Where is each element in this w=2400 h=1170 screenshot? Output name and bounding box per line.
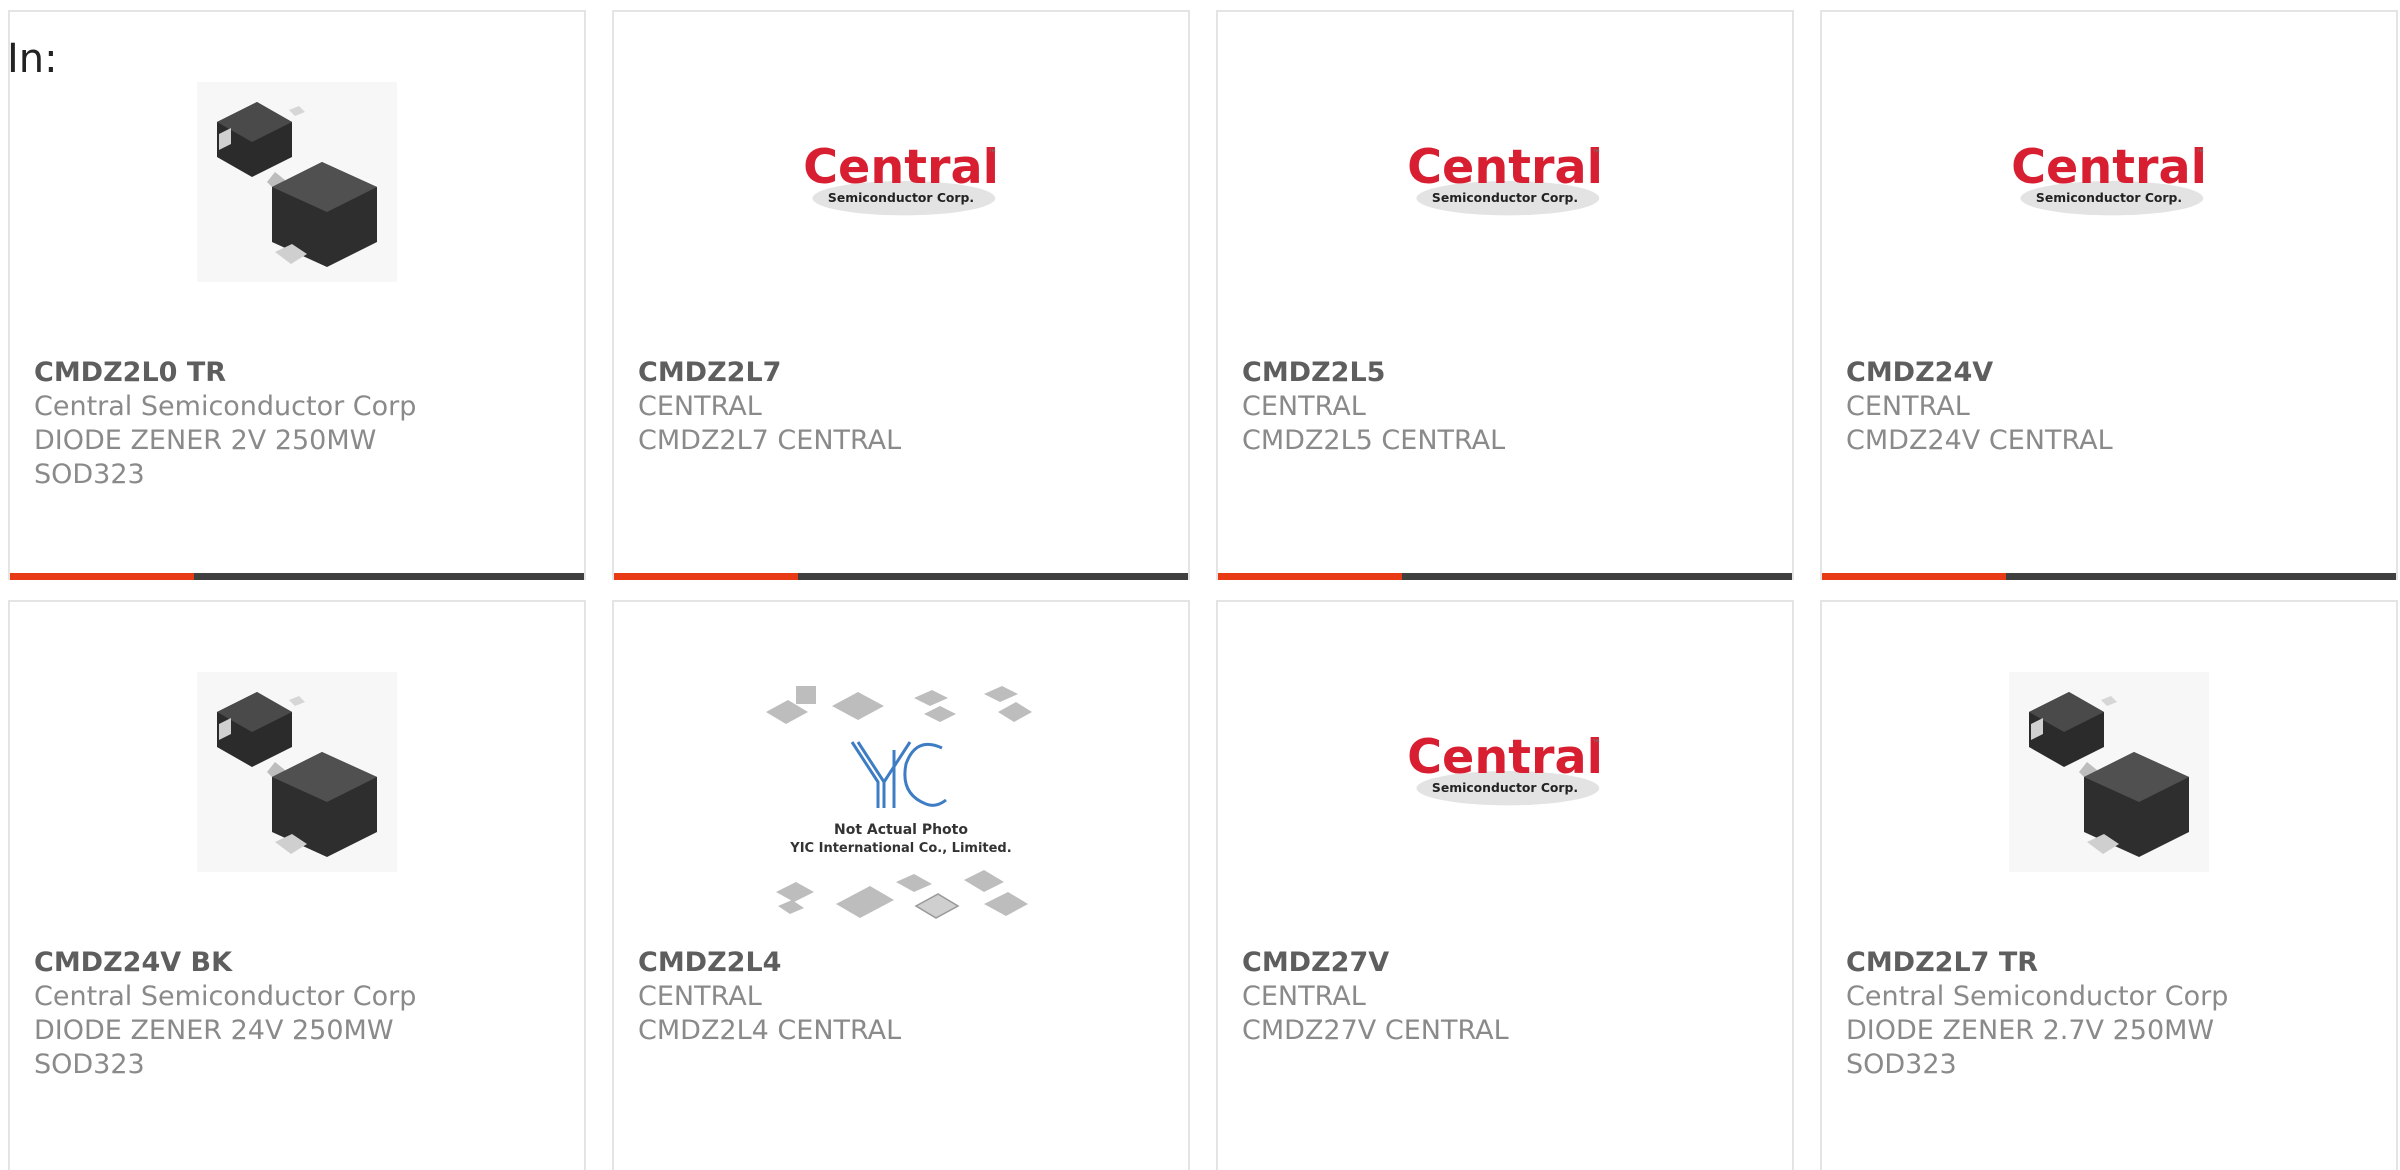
manufacturer: Central Semiconductor Corp bbox=[34, 981, 417, 1012]
manufacturer: CENTRAL bbox=[638, 981, 762, 1012]
central-semiconductor-logo[interactable]: Central ™ Semiconductor Corp. bbox=[2009, 82, 2209, 282]
part-number-link[interactable]: CMDZ24V BK bbox=[34, 946, 564, 980]
svg-text:™: ™ bbox=[1592, 148, 1602, 159]
manufacturer: CENTRAL bbox=[1242, 391, 1366, 422]
svg-text:™: ™ bbox=[1592, 738, 1602, 749]
description-line: DIODE ZENER 2.7V 250MW bbox=[1846, 1015, 2215, 1046]
description-line: CMDZ2L4 CENTRAL bbox=[638, 1015, 902, 1046]
part-number-link[interactable]: CMDZ2L7 TR bbox=[1846, 946, 2376, 980]
central-semiconductor-logo[interactable]: Central ™ Semiconductor Corp. bbox=[801, 82, 1001, 282]
part-number-link[interactable]: CMDZ24V bbox=[1846, 356, 2376, 390]
part-number-link[interactable]: CMDZ2L4 bbox=[638, 946, 1168, 980]
product-info: CMDZ24V CENTRAL CMDZ24V CENTRAL bbox=[1846, 356, 2376, 458]
part-number-link[interactable]: CMDZ2L5 bbox=[1242, 356, 1772, 390]
not-actual-photo-placeholder[interactable]: Not Actual Photo YIC International Co., L… bbox=[766, 684, 1036, 934]
manufacturer: Central Semiconductor Corp bbox=[1846, 981, 2229, 1012]
product-card[interactable]: Central ™ Semiconductor Corp. CMDZ24V CENTRA… bbox=[1820, 10, 2398, 580]
progress-bar bbox=[1218, 573, 1792, 580]
sod323-package-image[interactable] bbox=[197, 672, 397, 872]
manufacturer: CENTRAL bbox=[638, 391, 762, 422]
svg-text:Central: Central bbox=[2011, 140, 2207, 195]
description-line: CMDZ2L5 CENTRAL bbox=[1242, 425, 1506, 456]
product-info: CMDZ2L7 CENTRAL CMDZ2L7 CENTRAL bbox=[638, 356, 1168, 458]
svg-text:Central: Central bbox=[1407, 140, 1603, 195]
product-info: CMDZ2L5 CENTRAL CMDZ2L5 CENTRAL bbox=[1242, 356, 1772, 458]
svg-text:Not Actual Photo: Not Actual Photo bbox=[834, 822, 968, 838]
svg-text:Semiconductor Corp.: Semiconductor Corp. bbox=[2036, 191, 2182, 205]
progress-bar bbox=[1822, 573, 2396, 580]
description-line: DIODE ZENER 2V 250MW bbox=[34, 425, 377, 456]
progress-fill bbox=[1218, 573, 1402, 580]
sod323-package-image[interactable] bbox=[197, 82, 397, 282]
central-semiconductor-logo[interactable]: Central ™ Semiconductor Corp. bbox=[1405, 82, 1605, 282]
product-card[interactable]: CMDZ2L7 TR Central Semiconductor Corp DIOD… bbox=[1820, 600, 2398, 1170]
part-number-link[interactable]: CMDZ2L7 bbox=[638, 356, 1168, 390]
svg-text:Central: Central bbox=[1407, 730, 1603, 785]
product-card[interactable]: Central ™ Semiconductor Corp. CMDZ2L5 CENTRA… bbox=[1216, 10, 1794, 580]
sod323-package-image[interactable] bbox=[2009, 672, 2209, 872]
description-line: SOD323 bbox=[34, 1049, 145, 1080]
svg-text:Central: Central bbox=[803, 140, 999, 195]
svg-text:Semiconductor Corp.: Semiconductor Corp. bbox=[828, 191, 974, 205]
product-card[interactable]: Central ™ Semiconductor Corp. CMDZ2L7 CENTRA… bbox=[612, 10, 1190, 580]
product-card[interactable]: Central ™ Semiconductor Corp. CMDZ27V CENTRA… bbox=[1216, 600, 1794, 1170]
product-card[interactable]: CMDZ2L0 TR Central Semiconductor Corp DIOD… bbox=[8, 10, 586, 580]
description-line: SOD323 bbox=[1846, 1049, 1957, 1080]
progress-fill bbox=[614, 573, 798, 580]
central-semiconductor-logo[interactable]: Central ™ Semiconductor Corp. bbox=[1405, 672, 1605, 872]
part-number-link[interactable]: CMDZ2L0 TR bbox=[34, 356, 564, 390]
manufacturer: CENTRAL bbox=[1242, 981, 1366, 1012]
progress-fill bbox=[1822, 573, 2006, 580]
manufacturer: Central Semiconductor Corp bbox=[34, 391, 417, 422]
description-line: CMDZ24V CENTRAL bbox=[1846, 425, 2113, 456]
description-line: SOD323 bbox=[34, 459, 145, 490]
svg-text:Semiconductor Corp.: Semiconductor Corp. bbox=[1432, 781, 1578, 795]
part-number-link[interactable]: CMDZ27V bbox=[1242, 946, 1772, 980]
product-card[interactable]: Not Actual Photo YIC International Co., L… bbox=[612, 600, 1190, 1170]
product-info: CMDZ24V BK Central Semiconductor Corp DIOD… bbox=[34, 946, 564, 1082]
description-line: DIODE ZENER 24V 250MW bbox=[34, 1015, 394, 1046]
description-line: CMDZ27V CENTRAL bbox=[1242, 1015, 1509, 1046]
progress-bar bbox=[10, 573, 584, 580]
svg-text:™: ™ bbox=[988, 148, 998, 159]
manufacturer: CENTRAL bbox=[1846, 391, 1970, 422]
filter-in-label: In: bbox=[7, 36, 58, 82]
progress-bar bbox=[614, 573, 1188, 580]
product-info: CMDZ2L7 TR Central Semiconductor Corp DIOD… bbox=[1846, 946, 2376, 1082]
product-info: CMDZ27V CENTRAL CMDZ27V CENTRAL bbox=[1242, 946, 1772, 1048]
product-info: CMDZ2L4 CENTRAL CMDZ2L4 CENTRAL bbox=[638, 946, 1168, 1048]
svg-text:™: ™ bbox=[2196, 148, 2206, 159]
progress-fill bbox=[10, 573, 194, 580]
product-card[interactable]: CMDZ24V BK Central Semiconductor Corp DIOD… bbox=[8, 600, 586, 1170]
product-info: CMDZ2L0 TR Central Semiconductor Corp DIOD… bbox=[34, 356, 564, 492]
description-line: CMDZ2L7 CENTRAL bbox=[638, 425, 902, 456]
svg-text:YIC International Co., Limited: YIC International Co., Limited. bbox=[789, 841, 1011, 856]
svg-text:Semiconductor Corp.: Semiconductor Corp. bbox=[1432, 191, 1578, 205]
